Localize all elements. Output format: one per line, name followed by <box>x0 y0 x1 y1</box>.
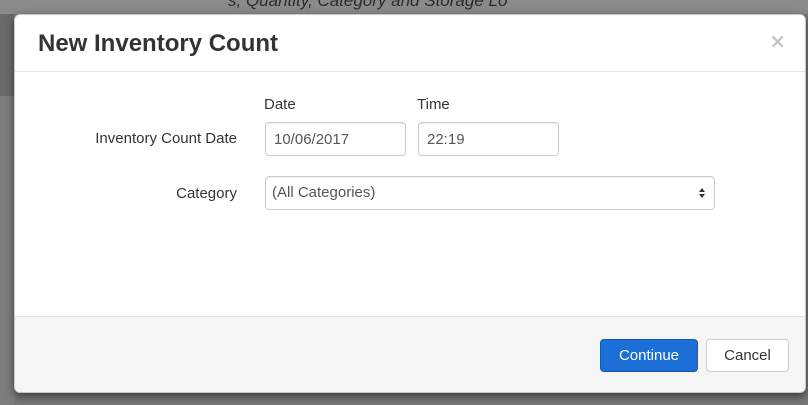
continue-button[interactable]: Continue <box>600 339 698 372</box>
inventory-count-date-label: Inventory Count Date <box>95 130 237 147</box>
dialog-footer: Continue Cancel <box>15 316 805 392</box>
cancel-button[interactable]: Cancel <box>706 339 789 372</box>
close-icon[interactable]: × <box>769 31 786 51</box>
date-column-header: Date <box>264 96 296 113</box>
select-caret-icon <box>699 188 705 198</box>
category-selected-value: (All Categories) <box>272 184 376 201</box>
category-select[interactable]: (All Categories) <box>265 176 715 210</box>
new-inventory-count-dialog: New Inventory Count × Date Time Inventor… <box>14 14 806 393</box>
time-column-header: Time <box>417 96 450 113</box>
date-input[interactable] <box>265 122 406 156</box>
dialog-body: Date Time Inventory Count Date Category … <box>15 72 805 318</box>
time-input[interactable] <box>418 122 559 156</box>
background-left-strip-dark <box>0 14 14 96</box>
dialog-title: New Inventory Count <box>38 30 279 57</box>
background-text: s, Quantity, Category and Storage Lo <box>228 0 508 10</box>
background-page-strip: s, Quantity, Category and Storage Lo <box>0 0 808 14</box>
dialog-header: New Inventory Count × <box>15 15 805 72</box>
category-label: Category <box>176 185 237 202</box>
